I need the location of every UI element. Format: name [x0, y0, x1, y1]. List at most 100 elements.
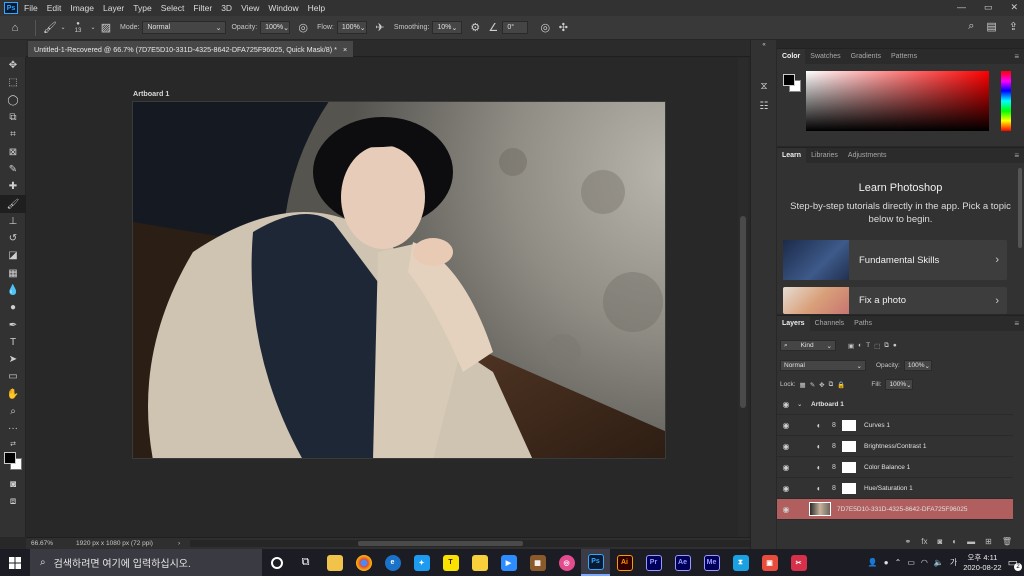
layer-image-selected[interactable]: ◉ 7D7E5D10-331D-4325-8642-DFA725F96025	[777, 499, 1013, 520]
task-view-icon[interactable]: ⧉	[291, 549, 320, 576]
hand-tool-icon[interactable]: ✋	[0, 386, 26, 403]
type-tool-icon[interactable]: T	[0, 334, 26, 351]
photoshop-taskbar-icon[interactable]: Ps	[581, 549, 610, 576]
blur-tool-icon[interactable]: 💧	[0, 282, 26, 299]
premiere-taskbar-icon[interactable]: Pr	[639, 549, 668, 576]
game-app-icon[interactable]: ▦	[523, 549, 552, 576]
zoom-tool-icon[interactable]: ⌕	[0, 403, 26, 420]
frame-tool-icon[interactable]: ⊠	[0, 143, 26, 160]
brush-tool-icon[interactable]: 🖌	[0, 195, 26, 213]
chevron-up-icon[interactable]: ⌃	[895, 558, 902, 567]
new-adjustment-icon[interactable]: ◐	[952, 537, 957, 546]
cortana-icon[interactable]	[262, 549, 291, 576]
illustrator-taskbar-icon[interactable]: Ai	[610, 549, 639, 576]
brush-settings-icon[interactable]: ▨	[97, 21, 115, 34]
clone-stamp-tool-icon[interactable]: ⊥	[0, 213, 26, 230]
tab-learn[interactable]: Learn	[777, 148, 807, 163]
layer-mask-thumbnail[interactable]	[842, 461, 856, 473]
menu-window[interactable]: Window	[268, 3, 298, 13]
start-button[interactable]	[0, 549, 30, 576]
close-window-icon[interactable]: ✕	[1010, 2, 1018, 13]
history-panel-icon[interactable]: ⧖	[751, 76, 777, 96]
menu-image[interactable]: Image	[70, 3, 94, 13]
chevron-down-icon[interactable]: ⌄	[797, 400, 807, 408]
clock[interactable]: 오후 4:11 2020-08-22	[963, 553, 1001, 573]
filter-pixel-icon[interactable]: ▣	[848, 342, 854, 350]
layer-mask-thumbnail[interactable]	[842, 440, 856, 452]
healing-brush-tool-icon[interactable]: ✚	[0, 178, 26, 195]
app-icon[interactable]: ◎	[552, 549, 581, 576]
tab-swatches[interactable]: Swatches	[805, 49, 845, 64]
toolbar-grip[interactable]	[0, 40, 26, 57]
sticky-notes-icon[interactable]	[465, 549, 494, 576]
tray-app-icon[interactable]: ●	[884, 558, 889, 567]
eyedropper-tool-icon[interactable]: ✎	[0, 161, 26, 178]
menu-edit[interactable]: Edit	[47, 3, 62, 13]
notification-icon[interactable]: ▭ 2	[1008, 556, 1022, 571]
dock-collapse-icon[interactable]: «	[751, 40, 777, 50]
add-mask-icon[interactable]: ◙	[937, 537, 942, 546]
tab-libraries[interactable]: Libraries	[806, 148, 843, 163]
mode-dropdown[interactable]: Normal ⌄	[142, 21, 227, 34]
pen-tool-icon[interactable]: ✒	[0, 316, 26, 333]
layer-brightness-contrast[interactable]: ◉ ◐ 8 Brightness/Contrast 1	[777, 436, 1013, 457]
tab-gradients[interactable]: Gradients	[846, 49, 886, 64]
people-icon[interactable]: 👤	[868, 558, 878, 567]
chevron-down-icon[interactable]: ⌄	[89, 24, 97, 31]
menu-filter[interactable]: Filter	[193, 3, 212, 13]
screen-mode-icon[interactable]: ⧈	[0, 493, 26, 510]
chrome-icon[interactable]	[349, 549, 378, 576]
tab-color[interactable]: Color	[777, 49, 806, 64]
color-swatches[interactable]	[0, 450, 26, 476]
eye-icon[interactable]: ◉	[777, 442, 795, 451]
history-brush-tool-icon[interactable]: ↺	[0, 230, 26, 247]
fill-field[interactable]: 100% ⌄	[885, 379, 914, 390]
kakaotalk-icon[interactable]: T	[436, 549, 465, 576]
canvas-area[interactable]: Artboard 1	[26, 58, 776, 537]
home-icon[interactable]: ⌂	[0, 22, 30, 34]
eraser-tool-icon[interactable]: ◪	[0, 247, 26, 264]
filter-adjustment-icon[interactable]: ◐	[858, 342, 862, 349]
chevron-down-icon[interactable]: ⌄	[59, 24, 67, 31]
lock-all-icon[interactable]: 🔒	[837, 381, 845, 389]
move-tool-icon[interactable]: ✥	[0, 57, 26, 74]
foreground-color-swatch[interactable]	[783, 74, 795, 86]
workspace-icon[interactable]: ▤	[986, 20, 996, 33]
edge-icon[interactable]: e	[378, 549, 407, 576]
zoom-app-icon[interactable]: ▶	[494, 549, 523, 576]
menu-type[interactable]: Type	[133, 3, 151, 13]
airbrush-icon[interactable]: ✈	[371, 21, 389, 34]
eye-icon[interactable]: ◉	[777, 400, 795, 409]
scrollbar-thumb[interactable]	[740, 216, 746, 408]
tab-layers[interactable]: Layers	[777, 316, 810, 331]
menu-select[interactable]: Select	[161, 3, 185, 13]
layer-group-artboard[interactable]: ◉ ⌄ Artboard 1	[777, 394, 1013, 415]
filter-type-icon[interactable]: T	[866, 342, 870, 349]
menu-help[interactable]: Help	[308, 3, 325, 13]
menu-3d[interactable]: 3D	[221, 3, 232, 13]
file-explorer-icon[interactable]	[320, 549, 349, 576]
hue-slider[interactable]	[1001, 71, 1011, 131]
tab-patterns[interactable]: Patterns	[886, 49, 922, 64]
maximize-icon[interactable]: ▭	[984, 2, 993, 13]
after-effects-taskbar-icon[interactable]: Ae	[668, 549, 697, 576]
minimize-icon[interactable]: —	[957, 2, 966, 13]
tab-channels[interactable]: Channels	[810, 316, 850, 331]
menu-layer[interactable]: Layer	[103, 3, 124, 13]
properties-panel-icon[interactable]: ☷	[751, 96, 777, 116]
brush-preset-picker[interactable]: ● 13	[67, 21, 89, 35]
horizontal-scrollbar[interactable]	[190, 540, 750, 547]
panel-menu-icon[interactable]: ≡	[1014, 316, 1024, 331]
angle-field[interactable]: 0°	[502, 21, 529, 34]
marquee-tool-icon[interactable]: ⬚	[0, 74, 26, 91]
panel-menu-icon[interactable]: ≡	[1014, 148, 1024, 163]
status-chevron-icon[interactable]: ›	[178, 540, 180, 547]
app-icon[interactable]: ▣	[755, 549, 784, 576]
scrollbar-thumb[interactable]	[358, 541, 523, 546]
pressure-opacity-icon[interactable]: ◎	[294, 21, 312, 34]
layer-thumbnail[interactable]	[809, 502, 831, 516]
blend-mode-dropdown[interactable]: Normal ⌄	[780, 360, 866, 371]
layer-mask-thumbnail[interactable]	[842, 419, 856, 431]
filter-toggle-icon[interactable]: ●	[893, 342, 897, 349]
quick-mask-icon[interactable]: ◙	[0, 476, 26, 493]
